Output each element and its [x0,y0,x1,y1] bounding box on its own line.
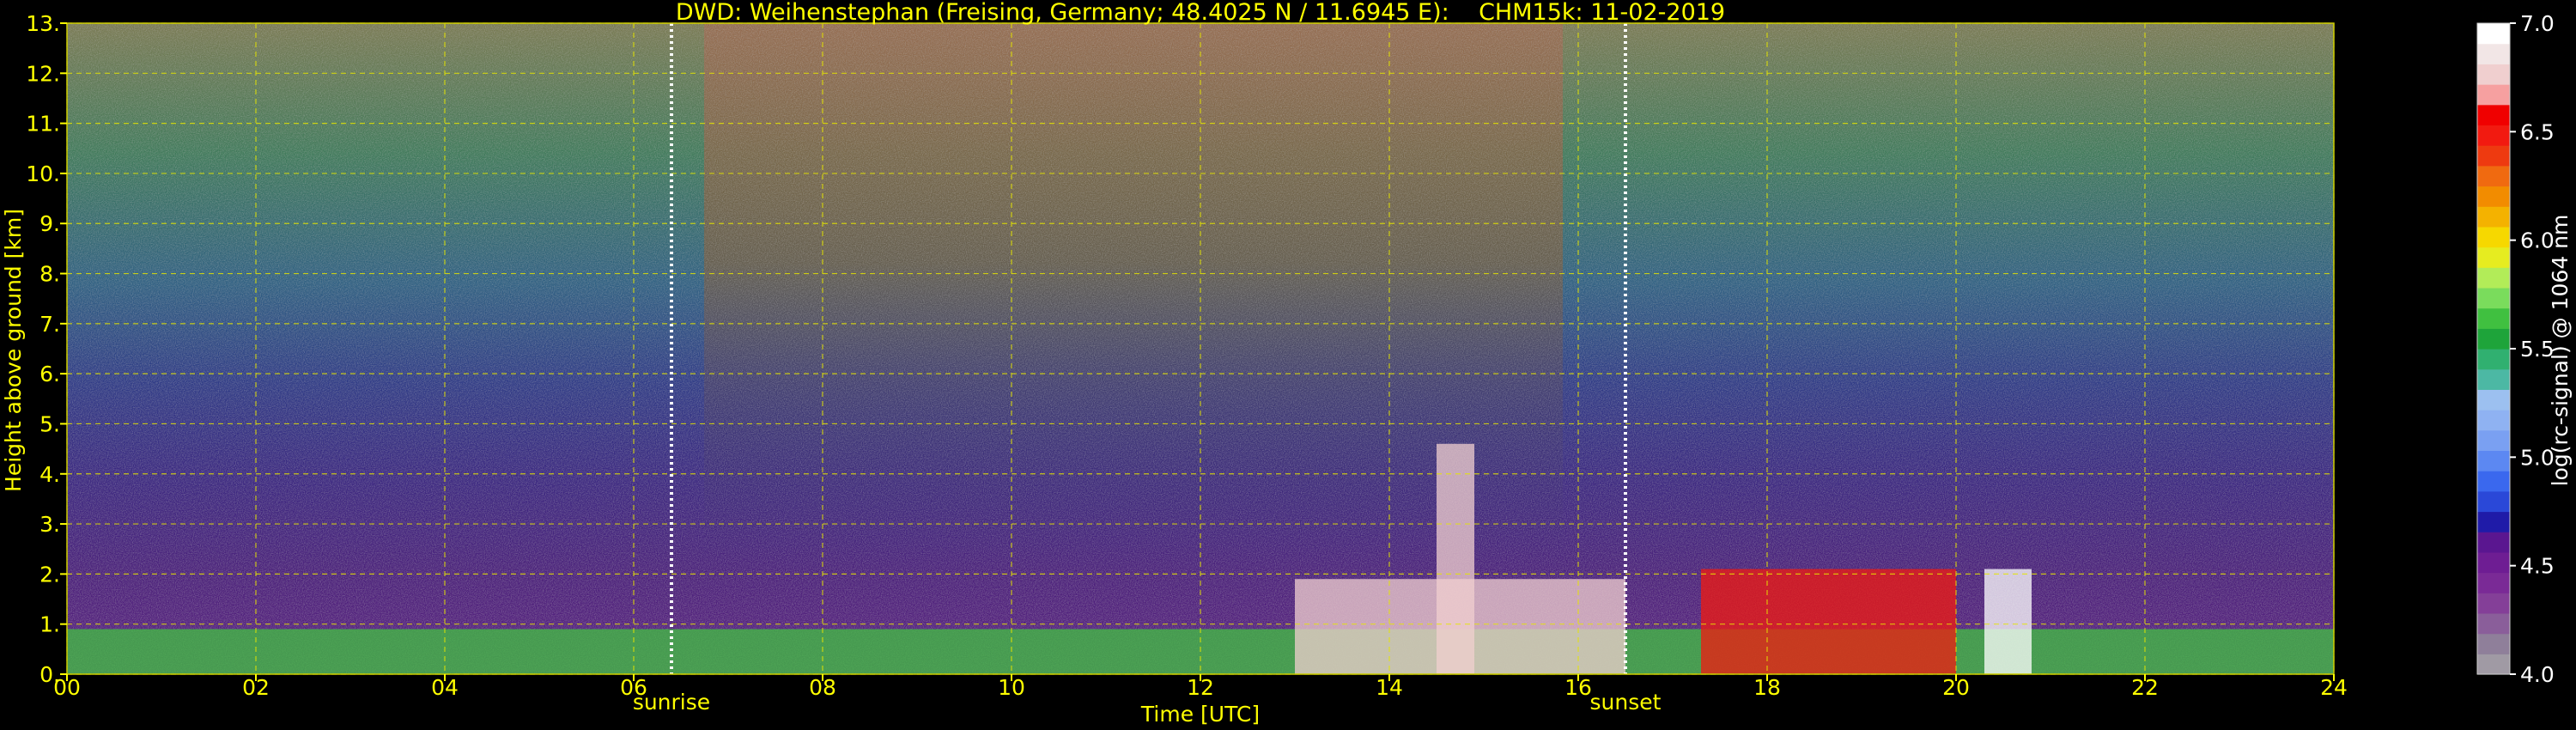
colorbar-swatch [2477,145,2510,167]
y-tick-label: 2. [39,562,60,587]
colorbar-swatch [2477,593,2510,614]
y-tick-label: 11. [26,112,60,137]
x-tick-label: 24 [2320,675,2348,700]
y-tick-label: 8. [39,262,60,287]
y-tick-label: 7. [39,312,60,337]
colorbar-swatch [2477,267,2510,289]
colorbar-swatch [2477,511,2510,532]
x-tick-label: 16 [1564,675,1592,700]
colorbar: 4.04.55.05.56.06.57.0 [2476,11,2555,687]
y-axis: 0.1.2.3.4.5.6.7.8.9.10.11.12.13. [26,11,67,687]
x-tick-label: 04 [431,675,459,700]
colorbar-swatch [2477,226,2510,248]
colorbar-swatch [2477,471,2510,492]
colorbar-swatch [2477,43,2510,64]
y-tick-label: 3. [39,512,60,537]
colorbar-swatch [2477,84,2510,106]
plot-area [66,22,2335,675]
colorbar-swatch [2477,429,2510,452]
colorbar-tick-label: 4.5 [2520,554,2555,579]
colorbar-swatch [2477,307,2510,329]
y-tick-label: 9. [39,211,60,236]
colorbar-swatch [2477,410,2510,431]
colorbar-swatch [2477,490,2510,513]
signal-layer [1701,569,1956,674]
colorbar-swatch [2477,104,2510,126]
x-tick-label: 02 [242,675,270,700]
y-axis-label: Height above ground [km] [1,209,26,492]
colorbar-swatch [2477,328,2510,350]
colorbar-swatch [2477,654,2510,675]
colorbar-swatch [2477,246,2510,268]
colorbar-swatch [2477,287,2510,309]
x-tick-label: 20 [1942,675,1970,700]
colorbar-swatch [2477,125,2510,146]
colorbar-swatch [2477,389,2510,411]
signal-layer [1984,569,2032,674]
x-axis-label: Time [UTC] [1140,702,1260,727]
y-tick-label: 13. [26,11,60,36]
x-tick-label: 00 [53,675,81,700]
colorbar-swatch [2477,186,2510,207]
y-tick-label: 6. [39,362,60,386]
x-tick-label: 18 [1753,675,1781,700]
colorbar-swatch [2477,64,2510,85]
y-tick-label: 1. [39,612,60,637]
colorbar-swatch [2477,633,2510,654]
annotation-label: sunset [1590,690,1662,715]
x-tick-label: 14 [1376,675,1403,700]
colorbar-swatch [2477,23,2510,45]
x-axis: 00 02 04 06 08 10 12 14 16 18 20 22 24 [53,674,2348,700]
y-tick-label: 4. [39,462,60,487]
colorbar-swatch [2477,349,2510,370]
chart-title: DWD: Weihenstephan (Freising, Germany; 4… [676,0,1725,26]
y-tick-label: 12. [26,61,60,86]
colorbar-swatch [2477,612,2510,635]
colorbar-label: log(rc-signal) @ 1064 nm [2548,215,2573,487]
colorbar-swatch [2477,368,2510,390]
x-tick-label: 10 [998,675,1025,700]
colorbar-swatch [2477,450,2510,471]
x-tick-label: 08 [809,675,836,700]
colorbar-swatch [2477,206,2510,228]
x-tick-label: 22 [2131,675,2159,700]
y-tick-label: 5. [39,411,60,436]
colorbar-tick-label: 7.0 [2520,11,2555,36]
colorbar-tick-label: 6.5 [2520,119,2555,144]
colorbar-swatch [2477,572,2510,593]
colorbar-swatch [2477,551,2510,574]
y-tick-label: 10. [26,161,60,186]
colorbar-swatch [2477,532,2510,553]
annotation-label: sunrise [633,690,710,715]
colorbar-tick-label: 4.0 [2520,662,2555,687]
signal-layer [1437,443,1474,674]
ceilometer-chart: 0.1.2.3.4.5.6.7.8.9.10.11.12.13. 00 02 04 0… [1,0,2573,727]
x-tick-label: 12 [1187,675,1214,700]
colorbar-swatch [2477,165,2510,187]
